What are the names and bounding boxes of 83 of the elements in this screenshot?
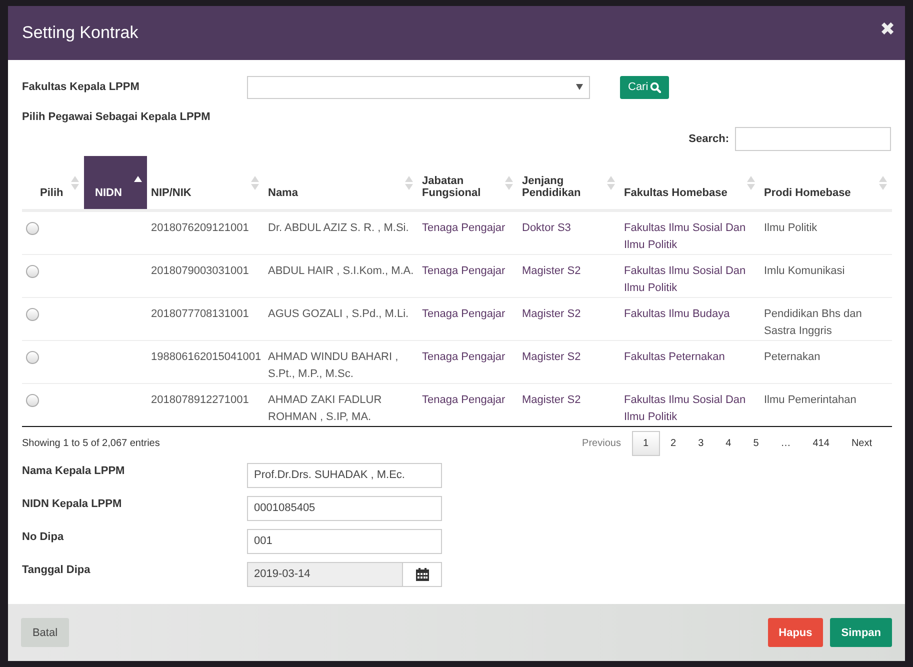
sort-icon [747,176,755,190]
search-field[interactable] [735,127,891,151]
sort-icon [251,176,259,190]
column-header[interactable]: Prodi Homebase [760,156,892,210]
input-field[interactable]: Prof.Dr.Drs. SUHADAK , M.Ec. [247,462,442,488]
page-link[interactable]: 4 [714,431,742,456]
table-cell: 2018076209121001 [151,222,249,234]
entries-info: Showing 1 to 5 of 2,067 entries [22,438,160,449]
modal-title: Setting Kontrak [22,23,138,43]
next-link[interactable]: Next [840,431,883,456]
radio-button[interactable] [26,222,39,234]
cancel-button[interactable]: Batal [21,618,69,647]
table-cell: 2018079003031001 [151,264,249,276]
radio-button[interactable] [26,264,39,278]
input-field[interactable]: 0001085405 [247,496,442,520]
table-cell: 198806162015041001 [151,350,262,362]
calendar-icon [416,568,428,580]
table-cell: Magister S2 [522,350,581,362]
column-header[interactable]: Nama [264,156,418,210]
table-cell: Tenaga Pengajar [422,350,506,362]
input-field[interactable]: 001 [247,528,442,554]
table-cell: Peternakan [764,350,820,362]
delete-button[interactable]: Hapus [768,618,824,647]
search-button[interactable]: Cari [620,76,670,98]
table-cell: Pendidikan Bhs dan Sastra Inggris [764,308,862,336]
table-cell: Fakultas Peternakan [624,350,725,362]
field-label: NIDN Kepala LPPM [22,496,123,510]
search-icon [650,82,662,92]
radio-button[interactable] [26,350,39,364]
table-cell: ABDUL HAIR , S.I.Kom., M.A. [268,264,414,276]
table-cell: Doktor S3 [522,222,571,234]
table-cell: AHMAD ZAKI FADLUR ROHMAN , S.IP, MA. [268,394,382,422]
table-cell: Fakultas Ilmu Budaya [624,308,730,320]
table-cell: Tenaga Pengajar [422,222,506,234]
table-cell: Fakultas Ilmu Sosial Dan Ilmu Politik [624,394,746,422]
column-header[interactable]: NIDN [84,156,147,210]
page-link[interactable]: 1 [632,431,660,456]
faculty-select[interactable] [247,76,590,98]
column-header[interactable]: NIP/NIK [147,156,264,210]
section-label: Pilih Pegawai Sebagai Kepala LPPM [22,111,212,123]
column-header[interactable]: Fakultas Homebase [620,156,760,210]
close-button[interactable]: ✖ [880,18,895,40]
table-cell: 2018078912271001 [151,394,249,406]
table-cell: Magister S2 [522,308,581,320]
table-cell: Imlu Komunikasi [764,264,845,276]
sort-ascending-icon [134,176,142,182]
search-label: Search: [688,133,729,145]
page-link[interactable]: 414 [802,431,840,456]
table-cell: 2018077708131001 [151,308,249,320]
sort-icon [505,176,513,190]
table-cell: Fakultas Ilmu Sosial Dan Ilmu Politik [624,264,746,294]
calendar-button[interactable] [403,562,442,586]
save-button[interactable]: Simpan [830,618,892,647]
column-header[interactable]: Jabatan Fungsional [418,156,518,210]
field-label: Fakultas Kepala LPPM [22,81,140,93]
table-cell: Magister S2 [522,394,581,406]
sort-icon [71,176,79,190]
sort-icon [405,176,413,190]
page-link[interactable]: … [770,431,802,456]
table-cell: Tenaga Pengajar [422,264,506,276]
page-link[interactable]: 5 [742,431,770,456]
table-cell: Ilmu Pemerintahan [764,394,856,406]
field-label: Tanggal Dipa [22,562,92,576]
table-cell: Magister S2 [522,264,581,276]
table-cell: Tenaga Pengajar [422,394,506,406]
sort-icon [607,176,615,190]
field-label: Nama Kepala LPPM [22,464,126,476]
sort-icon [879,176,887,190]
previous-link[interactable]: Previous [571,431,632,456]
page-link[interactable]: 3 [687,431,715,456]
table-cell: Fakultas Ilmu Sosial Dan Ilmu Politik [624,222,746,250]
field-label: No Dipa [22,530,65,542]
date-field[interactable]: 2019-03-14 [247,562,403,586]
table-cell: Dr. ABDUL AZIZ S. R. , M.Si. [268,222,409,234]
table-cell: Tenaga Pengajar [422,308,506,320]
table-cell: AGUS GOZALI , S.Pd., M.Li. [268,308,409,320]
column-header[interactable]: Jenjang Pendidikan [518,156,620,210]
radio-button[interactable] [26,394,39,406]
page-link[interactable]: 2 [660,431,688,456]
table-cell: Ilmu Politik [764,222,818,234]
radio-button[interactable] [26,308,39,320]
table-cell: AHMAD WINDU BAHARI , S.Pt., M.P., M.Sc. [268,350,398,380]
caret-icon [576,84,583,90]
